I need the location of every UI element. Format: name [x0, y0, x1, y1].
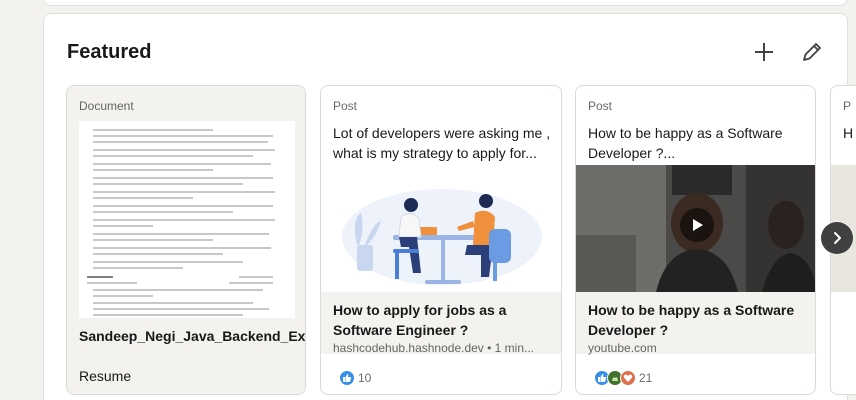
video-thumbnail[interactable]	[576, 165, 815, 292]
reaction-count: 21	[639, 371, 653, 385]
love-icon	[620, 370, 636, 386]
card-kind-label: P	[843, 99, 852, 113]
add-featured-button[interactable]	[748, 36, 780, 68]
carousel-next-button[interactable]	[821, 222, 853, 254]
link-title: How to apply for jobs as a Software Engi…	[333, 302, 507, 338]
post-text: Lot of developers were asking me , what …	[333, 125, 551, 161]
section-title: Featured	[67, 41, 152, 63]
plus-icon	[755, 43, 773, 61]
card-kind-label: Post	[588, 99, 613, 113]
link-preview-info: How to apply for jobs as a Software Engi…	[321, 292, 561, 355]
pencil-icon	[803, 43, 821, 61]
featured-card-post-jobs[interactable]: Post Lot of developers were asking me , …	[320, 85, 562, 395]
reactions-summary[interactable]: 21	[594, 370, 652, 386]
card-kind-label: Document	[79, 99, 134, 113]
link-source: hashcodehub.hashnode.dev • 1 min...	[333, 341, 535, 355]
link-preview-info: How to be happy as a Software Developer …	[576, 292, 815, 355]
document-subtitle: Resume	[79, 368, 132, 384]
document-title: Sandeep_Negi_Java_Backend_Exp_4Yr.pdf	[79, 328, 305, 344]
card-kind-label: Post	[333, 99, 358, 113]
post-text: H	[843, 125, 854, 141]
link-source: youtube.com	[588, 341, 657, 355]
chevron-right-icon	[834, 232, 841, 244]
reaction-count: 10	[358, 371, 372, 385]
edit-featured-button[interactable]	[796, 36, 828, 68]
previous-section-card	[43, 0, 848, 6]
link-preview-image	[321, 165, 561, 292]
post-text: How to be happy as a Software Developer …	[588, 125, 783, 161]
reactions-summary[interactable]: 10	[339, 370, 371, 386]
like-icon	[339, 370, 355, 386]
featured-card-post-happy[interactable]: Post How to be happy as a Software Devel…	[575, 85, 816, 395]
link-title: How to be happy as a Software Developer …	[588, 302, 795, 338]
play-icon	[693, 219, 703, 231]
play-button[interactable]	[680, 208, 714, 242]
featured-card-document[interactable]: Document Sandeep_Negi_Java_Backend_E Res…	[66, 85, 306, 395]
